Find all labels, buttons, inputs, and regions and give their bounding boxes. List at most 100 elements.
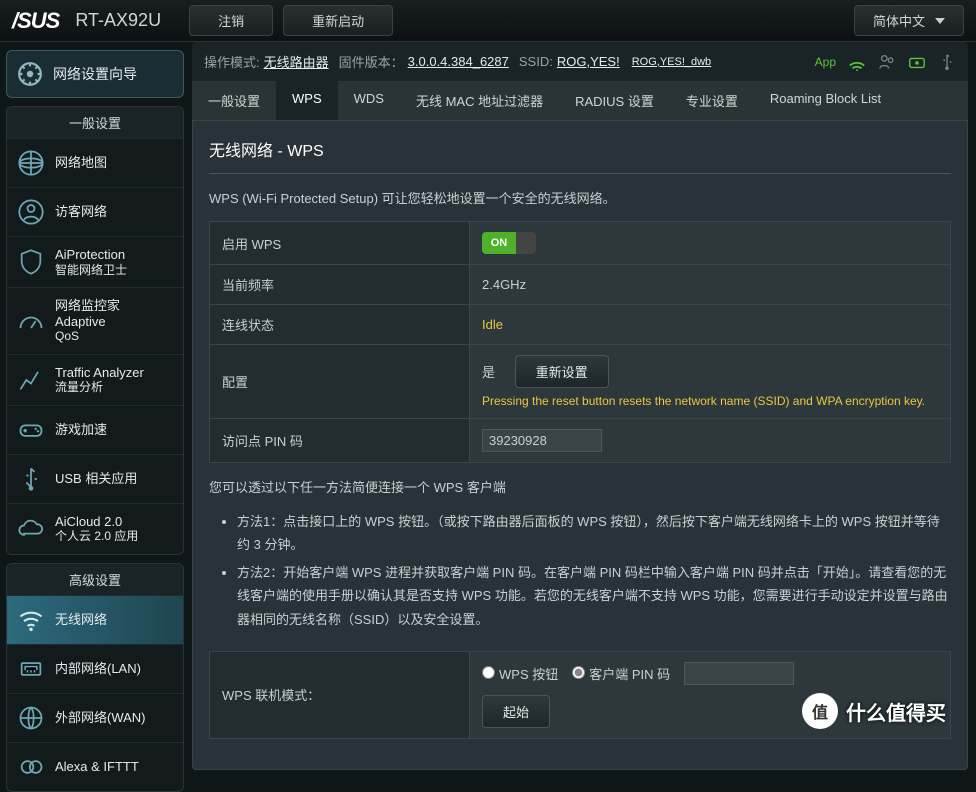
sidebar-item-game[interactable]: 游戏加速 xyxy=(7,405,183,454)
language-dropdown[interactable]: 简体中文 xyxy=(854,5,964,36)
wan-icon xyxy=(17,704,45,732)
page-description: WPS (Wi-Fi Protected Setup) 可让您轻松地设置一个安全… xyxy=(209,188,951,207)
sidebar-item-lan[interactable]: 内部网络(LAN) xyxy=(7,644,183,693)
topbar: /SUS RT-AX92U 注销 重新启动 简体中文 xyxy=(0,0,976,42)
lan-icon xyxy=(17,655,45,683)
sidebar-item-wireless[interactable]: 无线网络 xyxy=(7,595,183,644)
tab-wps[interactable]: WPS xyxy=(276,81,338,120)
tab-bar: 一般设置 WPS WDS 无线 MAC 地址过滤器 RADIUS 设置 专业设置… xyxy=(192,81,968,120)
sidebar-item-network-map[interactable]: 网络地图 xyxy=(7,138,183,187)
status-bar: 操作模式: 无线路由器 固件版本： 3.0.0.4.384_6287 SSID:… xyxy=(192,42,968,81)
cloud-icon xyxy=(17,515,45,543)
label-pin: 访问点 PIN 码 xyxy=(210,419,470,463)
methods-list: 方法1：点击接口上的 WPS 按钮。（或按下路由器后面板的 WPS 按钮），然后… xyxy=(209,510,951,651)
tab-radius[interactable]: RADIUS 设置 xyxy=(559,81,670,120)
shield-icon xyxy=(17,248,45,276)
general-panel-title: 一般设置 xyxy=(7,107,183,138)
reboot-button[interactable]: 重新启动 xyxy=(283,5,393,36)
sidebar-item-label: 网络监控家 AdaptiveQoS xyxy=(55,298,173,344)
method-2: 方法2：开始客户端 WPS 进程并获取客户端 PIN 码。在客户端 PIN 码栏… xyxy=(237,561,951,631)
signal-icon[interactable] xyxy=(848,53,866,71)
globe-icon xyxy=(17,149,45,177)
client-pin-input[interactable] xyxy=(684,662,794,685)
label-frequency: 当前频率 xyxy=(210,265,470,305)
sidebar-item-alexa[interactable]: Alexa & IFTTT xyxy=(7,742,183,791)
ssid-label: SSID: xyxy=(519,54,553,69)
value-frequency: 2.4GHz xyxy=(470,265,951,305)
network-wizard-button[interactable]: 网络设置向导 xyxy=(6,50,184,98)
row-configured: 配置 是 重新设置 Pressing the reset button rese… xyxy=(210,345,951,419)
advanced-panel: 高级设置 无线网络 内部网络(LAN) 外部网络(WAN) Alexa & IF… xyxy=(6,563,184,792)
sidebar-item-qos[interactable]: 网络监控家 AdaptiveQoS xyxy=(7,287,183,354)
radio-wps-button[interactable] xyxy=(482,666,495,679)
label-connection-status: 连线状态 xyxy=(210,305,470,345)
watermark-icon: 值 xyxy=(802,693,838,729)
status-icon[interactable] xyxy=(908,53,926,71)
gamepad-icon xyxy=(17,416,45,444)
language-label: 简体中文 xyxy=(873,11,925,30)
tab-roaming[interactable]: Roaming Block List xyxy=(754,81,897,120)
app-label[interactable]: App xyxy=(815,55,836,69)
sidebar-item-label: AiProtection智能网络卫士 xyxy=(55,247,127,277)
sidebar-item-aiprotection[interactable]: AiProtection智能网络卫士 xyxy=(7,236,183,287)
settings-table: 启用 WPS ON 当前频率 2.4GHz 连线状态 Idle 配置 是 重新设… xyxy=(209,221,951,463)
mode-value[interactable]: 无线路由器 xyxy=(264,52,329,71)
tab-mac-filter[interactable]: 无线 MAC 地址过滤器 xyxy=(400,81,559,120)
fw-label: 固件版本： xyxy=(339,52,404,71)
wizard-label: 网络设置向导 xyxy=(53,64,137,84)
sidebar-item-wan[interactable]: 外部网络(WAN) xyxy=(7,693,183,742)
sidebar-item-guest-network[interactable]: 访客网络 xyxy=(7,187,183,236)
guest-icon xyxy=(17,198,45,226)
tab-professional[interactable]: 专业设置 xyxy=(670,81,754,120)
fw-value[interactable]: 3.0.0.4.384_6287 xyxy=(408,54,509,69)
watermark-text: 什么值得买 xyxy=(846,697,946,726)
row-enable-wps: 启用 WPS ON xyxy=(210,222,951,265)
brand-logo: /SUS xyxy=(12,8,59,34)
label-wps-mode: WPS 联机模式： xyxy=(210,651,470,738)
gear-icon xyxy=(17,61,43,87)
enable-wps-toggle[interactable]: ON xyxy=(482,232,536,254)
meter-icon xyxy=(17,307,45,335)
label-configured: 配置 xyxy=(210,345,470,419)
usb-status-icon[interactable] xyxy=(938,53,956,71)
row-pin: 访问点 PIN 码 xyxy=(210,419,951,463)
radio-wps-button-label[interactable]: WPS 按钮 xyxy=(482,664,558,683)
content-panel: 无线网络 - WPS WPS (Wi-Fi Protected Setup) 可… xyxy=(192,120,968,770)
ssid2: ROG,YES!_dwb xyxy=(632,56,711,68)
label-enable-wps: 启用 WPS xyxy=(210,222,470,265)
ssid1: ROG,YES! xyxy=(557,54,620,69)
sidebar-item-aicloud[interactable]: AiCloud 2.0个人云 2.0 应用 xyxy=(7,503,183,554)
tab-wds[interactable]: WDS xyxy=(338,81,400,120)
value-connection-status: Idle xyxy=(470,305,951,345)
method-1: 方法1：点击接口上的 WPS 按钮。（或按下路由器后面板的 WPS 按钮），然后… xyxy=(237,510,951,557)
sidebar-item-label: 内部网络(LAN) xyxy=(55,661,141,677)
pin-input[interactable] xyxy=(482,429,602,452)
sidebar-item-usb[interactable]: USB 相关应用 xyxy=(7,454,183,503)
logout-button[interactable]: 注销 xyxy=(189,5,273,36)
main-area: 操作模式: 无线路由器 固件版本： 3.0.0.4.384_6287 SSID:… xyxy=(190,42,976,747)
sidebar-item-label: 外部网络(WAN) xyxy=(55,710,146,726)
chart-icon xyxy=(17,366,45,394)
row-frequency: 当前频率 2.4GHz xyxy=(210,265,951,305)
usb-icon xyxy=(17,465,45,493)
sidebar-item-traffic[interactable]: Traffic Analyzer流量分析 xyxy=(7,354,183,405)
row-connection-status: 连线状态 Idle xyxy=(210,305,951,345)
client-icon[interactable] xyxy=(878,53,896,71)
tab-general[interactable]: 一般设置 xyxy=(192,81,276,120)
general-panel: 一般设置 网络地图 访客网络 AiProtection智能网络卫士 网络监控家 … xyxy=(6,106,184,555)
sidebar-item-label: USB 相关应用 xyxy=(55,471,137,487)
reset-button[interactable]: 重新设置 xyxy=(515,355,609,388)
sidebar-item-label: 访客网络 xyxy=(55,204,107,220)
value-configured: 是 xyxy=(482,365,495,380)
radio-client-pin[interactable] xyxy=(572,666,585,679)
sidebar-item-label: AiCloud 2.0个人云 2.0 应用 xyxy=(55,514,138,544)
model-name: RT-AX92U xyxy=(75,10,161,31)
mode-label: 操作模式: xyxy=(204,52,260,71)
sidebar-item-label: 游戏加速 xyxy=(55,422,107,438)
sidebar-item-label: 网络地图 xyxy=(55,155,107,171)
methods-intro: 您可以透过以下任一方法简便连接一个 WPS 客户端 xyxy=(209,477,951,496)
advanced-panel-title: 高级设置 xyxy=(7,564,183,595)
reset-hint: Pressing the reset button resets the net… xyxy=(482,394,938,408)
radio-client-pin-label[interactable]: 客户端 PIN 码 xyxy=(572,664,670,683)
start-button[interactable]: 起始 xyxy=(482,695,550,728)
